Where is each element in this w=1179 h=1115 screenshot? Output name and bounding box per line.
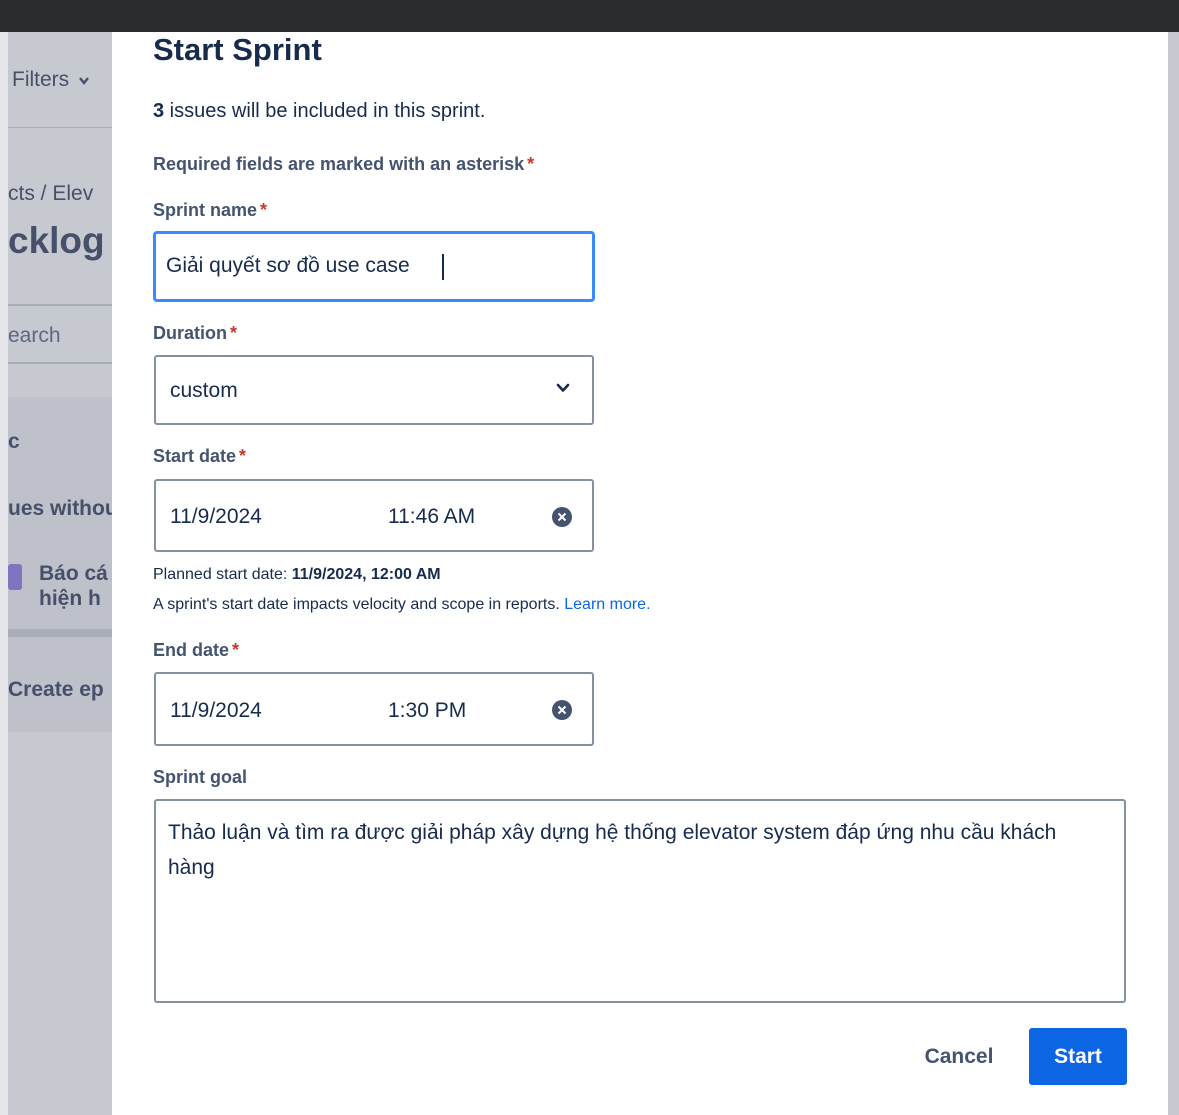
epic-header: c bbox=[8, 430, 20, 453]
required-asterisk: * bbox=[230, 323, 238, 343]
learn-more-link[interactable]: Learn more. bbox=[564, 596, 650, 613]
required-asterisk: * bbox=[527, 154, 535, 174]
cancel-button[interactable]: Cancel bbox=[904, 1029, 1014, 1085]
planned-start-value: 11/9/2024, 12:00 AM bbox=[291, 566, 441, 583]
start-date-label-text: Start date bbox=[153, 446, 237, 466]
chevron-down-icon bbox=[79, 77, 89, 85]
clear-icon[interactable] bbox=[552, 700, 572, 720]
issues-without-epic[interactable]: ues withou bbox=[8, 497, 118, 521]
sprint-name-input[interactable]: Giải quyết sơ đồ use case bbox=[154, 232, 594, 301]
page-title: cklog bbox=[8, 220, 105, 261]
left-edge bbox=[0, 32, 8, 1115]
end-date-value[interactable]: 11/9/2024 bbox=[170, 699, 262, 723]
start-date-label: Start date * bbox=[153, 446, 246, 467]
clear-icon[interactable] bbox=[552, 507, 572, 527]
issue-summary: 3 issues will be included in this sprint… bbox=[153, 100, 485, 123]
epic-panel: c ues withou Báo cá hiện h Create ep bbox=[8, 397, 118, 732]
create-epic-button[interactable]: Create ep bbox=[8, 678, 104, 702]
end-date-label: End date * bbox=[153, 640, 239, 661]
issue-count: 3 bbox=[153, 100, 165, 122]
sprint-name-label-text: Sprint name bbox=[153, 200, 258, 220]
end-date-picker[interactable]: 11/9/2024 1:30 PM bbox=[154, 672, 594, 746]
end-date-label-text: End date bbox=[153, 640, 230, 660]
divider bbox=[8, 304, 112, 306]
sprint-goal-textarea[interactable]: Thảo luận và tìm ra được giải pháp xây d… bbox=[154, 799, 1126, 1003]
required-asterisk: * bbox=[260, 200, 268, 220]
sprint-goal-label: Sprint goal bbox=[153, 767, 247, 787]
filters-label: Filters bbox=[12, 68, 70, 91]
epic-color-badge bbox=[8, 564, 22, 590]
start-date-help: A sprint's start date impacts velocity a… bbox=[153, 596, 651, 614]
duration-label: Duration * bbox=[153, 323, 237, 344]
filters-dropdown[interactable]: Filters bbox=[12, 68, 90, 92]
sprint-name-label: Sprint name * bbox=[153, 200, 267, 221]
breadcrumb[interactable]: cts / Elev bbox=[8, 182, 93, 206]
duration-value: custom bbox=[170, 379, 238, 402]
search-input[interactable]: earch bbox=[8, 324, 61, 348]
epic-item-line2[interactable]: hiện h bbox=[39, 587, 101, 611]
divider bbox=[8, 127, 112, 128]
start-date-help-text: A sprint's start date impacts velocity a… bbox=[153, 596, 565, 613]
start-time-value[interactable]: 11:46 AM bbox=[388, 505, 475, 529]
sprint-goal-value: Thảo luận và tìm ra được giải pháp xây d… bbox=[168, 821, 1057, 879]
duration-select[interactable]: custom bbox=[154, 355, 594, 425]
required-fields-note: Required fields are marked with an aster… bbox=[153, 154, 534, 175]
duration-label-text: Duration bbox=[153, 323, 227, 343]
dialog-title: Start Sprint bbox=[153, 32, 322, 67]
issue-summary-text: issues will be included in this sprint. bbox=[164, 100, 486, 122]
required-note-text: Required fields are marked with an aster… bbox=[153, 154, 525, 174]
text-caret bbox=[442, 254, 444, 280]
end-time-value[interactable]: 1:30 PM bbox=[388, 699, 466, 723]
browser-top-bar bbox=[0, 0, 1179, 32]
planned-start-label: Planned start date: bbox=[153, 566, 292, 583]
required-asterisk: * bbox=[232, 640, 240, 660]
chevron-down-icon bbox=[556, 383, 570, 392]
required-asterisk: * bbox=[239, 446, 247, 466]
start-date-picker[interactable]: 11/9/2024 11:46 AM bbox=[154, 479, 594, 552]
epic-item-line1[interactable]: Báo cá bbox=[39, 562, 108, 586]
divider bbox=[8, 629, 112, 637]
sprint-name-value: Giải quyết sơ đồ use case bbox=[166, 254, 410, 277]
start-button[interactable]: Start bbox=[1029, 1028, 1127, 1085]
planned-start-date: Planned start date: 11/9/2024, 12:00 AM bbox=[153, 566, 441, 584]
divider bbox=[8, 362, 112, 364]
start-date-value[interactable]: 11/9/2024 bbox=[170, 505, 262, 529]
start-sprint-dialog: Start Sprint 3 issues will be included i… bbox=[112, 32, 1168, 1115]
